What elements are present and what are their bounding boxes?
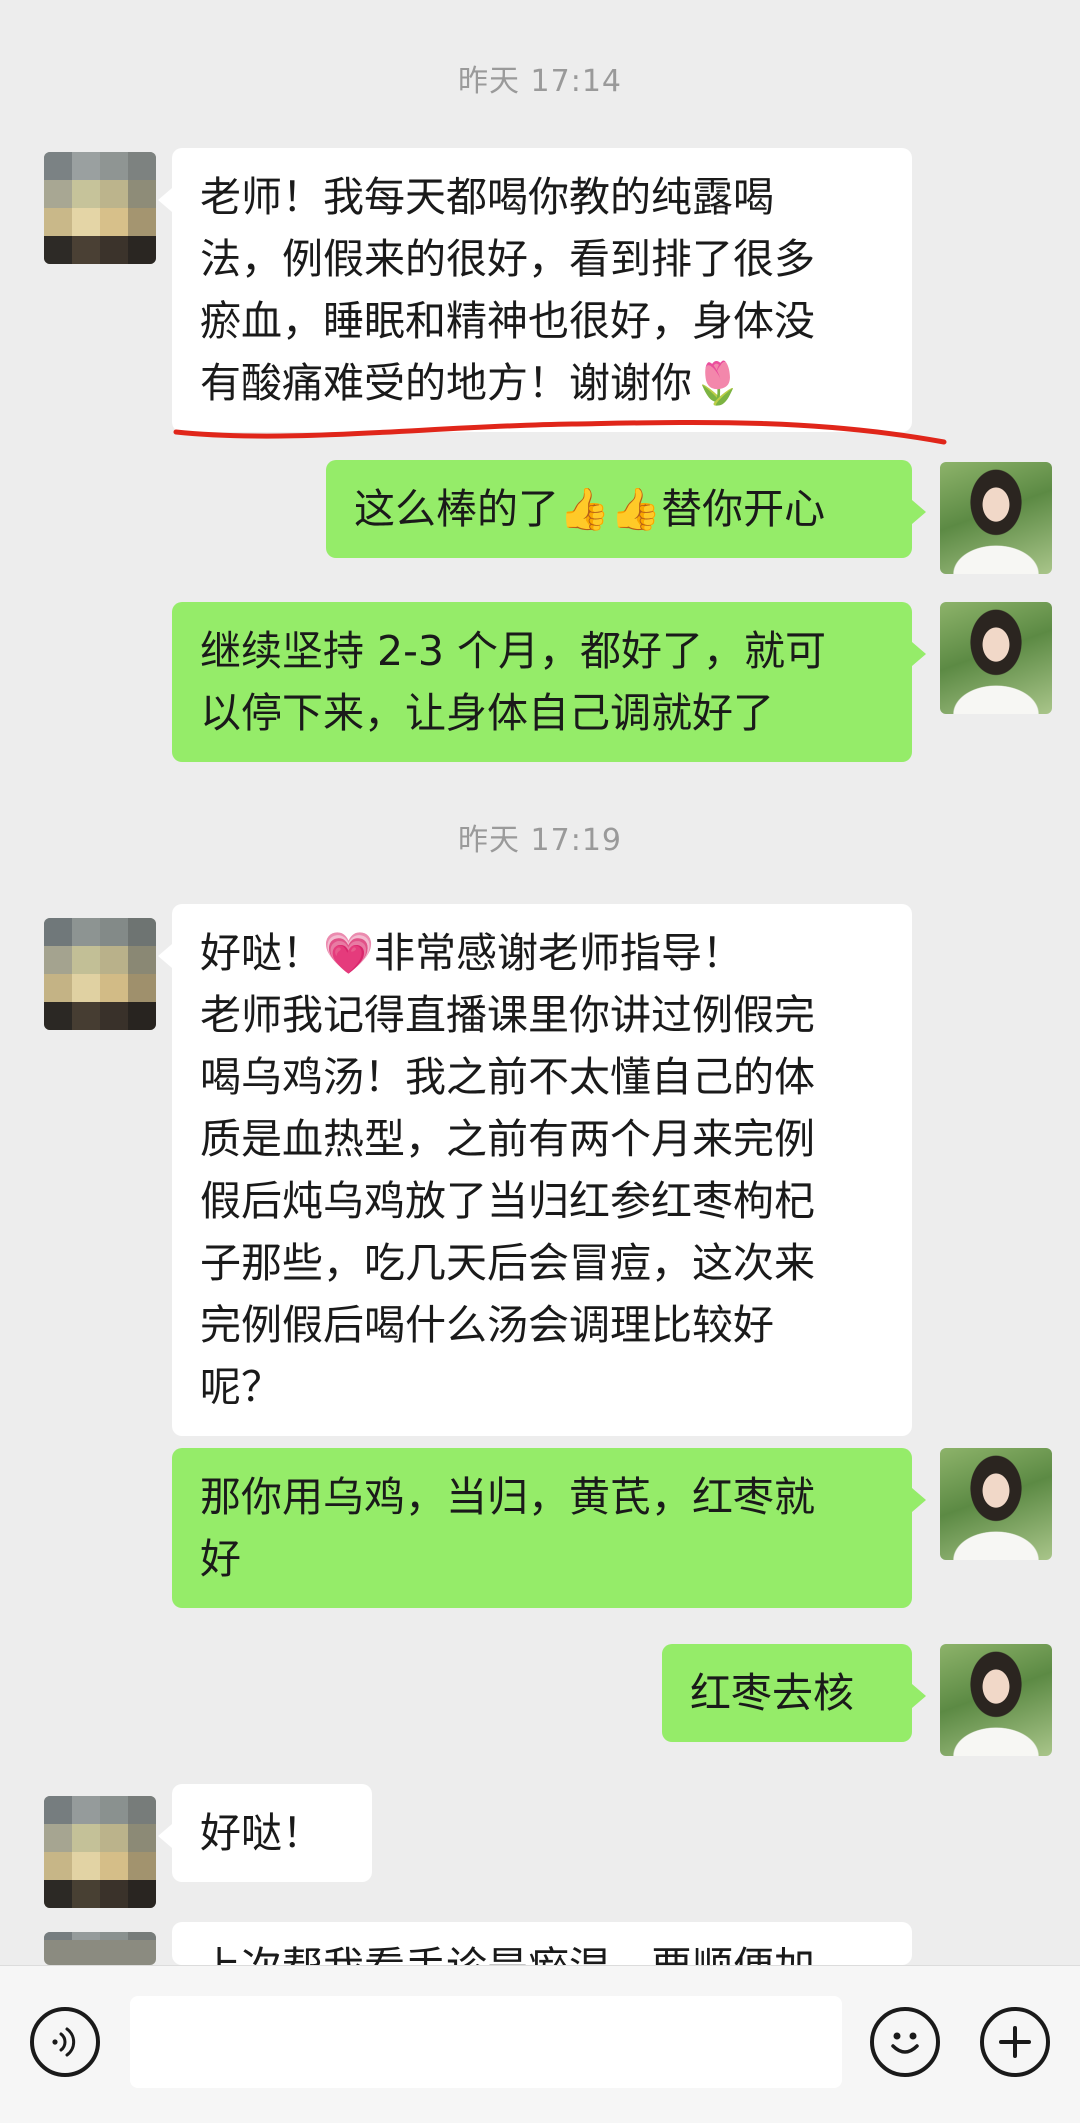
message-text: 继续坚持 2-3 个月，都好了，就可 (200, 627, 827, 675)
teacher-avatar[interactable] (940, 1448, 1052, 1560)
message-text: 瘀血，睡眠和精神也很好，身体没 (200, 297, 815, 345)
user-avatar[interactable] (44, 918, 156, 1030)
message-bubble-outgoing[interactable]: 红枣去核 (662, 1644, 926, 1742)
message-bubble-incoming[interactable]: 上次帮我看手诊是瘀湿，要顺便加 (172, 1922, 912, 1965)
message-bubble-outgoing[interactable]: 继续坚持 2-3 个月，都好了，就可 以停下来，让身体自己调就好了 (172, 602, 926, 762)
message-text: 假后炖乌鸡放了当归红参红枣枸杞 (200, 1177, 815, 1225)
teacher-avatar[interactable] (940, 1644, 1052, 1756)
message-input[interactable] (130, 1996, 842, 2088)
chat-input-bar (0, 1965, 1080, 2123)
message-text: 喝乌鸡汤！我之前不太懂自己的体 (200, 1053, 815, 1101)
message-text: 以停下来，让身体自己调就好了 (200, 689, 774, 737)
emoji-icon[interactable] (870, 2007, 940, 2077)
message-bubble-incoming[interactable]: 好哒！ (158, 1784, 372, 1882)
message-bubble-outgoing[interactable]: 这么棒的了👍👍替你开心 (326, 460, 926, 558)
message-bubble-outgoing[interactable]: 那你用乌鸡，当归，黄芪，红枣就 好 (172, 1448, 926, 1608)
message-text: 好哒！ (200, 1809, 323, 1857)
message-text: 好哒！💗非常感谢老师指导！ (200, 929, 744, 977)
message-text: 呢？ (200, 1363, 282, 1411)
message-text: 上次帮我看手诊是瘀湿，要顺便加 (200, 1936, 884, 1965)
red-underline-annotation (173, 419, 947, 445)
message-text: 完例假后喝什么汤会调理比较好 (200, 1301, 774, 1349)
timestamp: 昨天 17:14 (458, 64, 622, 99)
teacher-avatar[interactable] (940, 602, 1052, 714)
user-avatar[interactable] (44, 1796, 156, 1908)
message-text: 那你用乌鸡，当归，黄芪，红枣就 (200, 1473, 815, 1521)
message-text: 有酸痛难受的地方！谢谢你🌷 (200, 359, 744, 407)
message-text: 红枣去核 (690, 1669, 854, 1717)
teacher-avatar[interactable] (940, 462, 1052, 574)
message-bubble-incoming[interactable]: 好哒！💗非常感谢老师指导！ 老师我记得直播课里你讲过例假完 喝乌鸡汤！我之前不太… (158, 904, 912, 1436)
plus-icon[interactable] (980, 2007, 1050, 2077)
user-avatar[interactable] (44, 1932, 156, 1965)
message-text: 法，例假来的很好，看到排了很多 (200, 235, 815, 283)
user-avatar[interactable] (44, 152, 156, 264)
timestamp: 昨天 17:19 (458, 823, 622, 858)
message-bubble-incoming[interactable]: 老师！我每天都喝你教的纯露喝 法，例假来的很好，看到排了很多 瘀血，睡眠和精神也… (158, 148, 912, 432)
message-text: 老师我记得直播课里你讲过例假完 (200, 991, 815, 1039)
message-text: 好 (200, 1535, 241, 1583)
message-text: 老师！我每天都喝你教的纯露喝 (200, 173, 774, 221)
voice-icon[interactable] (30, 2007, 100, 2077)
message-text: 质是血热型，之前有两个月来完例 (200, 1115, 815, 1163)
message-text: 这么棒的了👍👍替你开心 (354, 485, 826, 533)
message-text: 子那些，吃几天后会冒痘，这次来 (200, 1239, 815, 1287)
